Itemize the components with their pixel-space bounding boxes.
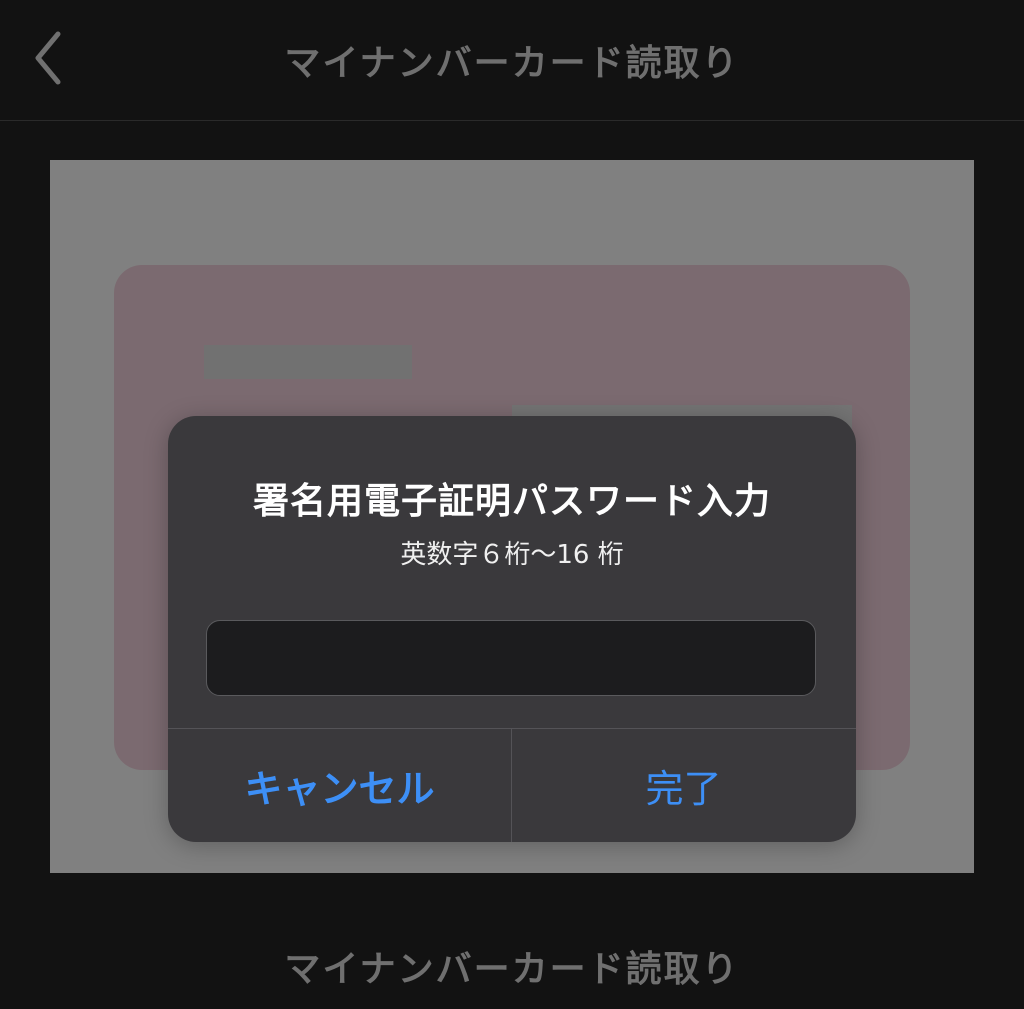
bottom-label: マイナンバーカード読取り [284,949,740,990]
password-input[interactable] [206,620,816,696]
navigation-bar: マイナンバーカード読取り [0,0,1024,121]
card-text-placeholder [204,345,412,379]
cancel-button[interactable]: キャンセル [168,729,511,842]
page-title: マイナンバーカード読取り [284,43,740,84]
alert-title: 署名用電子証明パスワード入力 [252,481,771,522]
done-button[interactable]: 完了 [512,729,855,842]
password-alert-dialog: 署名用電子証明パスワード入力 英数字６桁〜16 桁 キャンセル 完了 [168,416,856,842]
alert-message: 英数字６桁〜16 桁 [400,540,624,570]
